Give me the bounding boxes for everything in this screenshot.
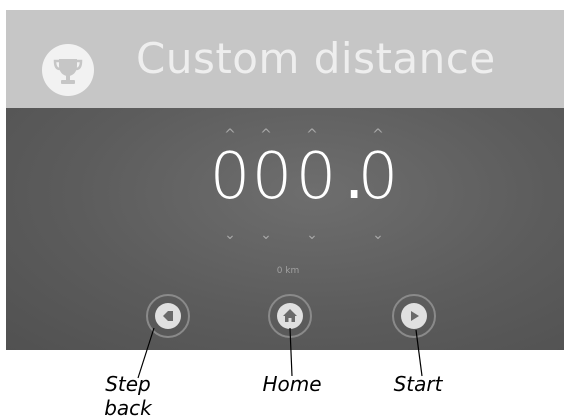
callout-lines [137,327,423,379]
step-back-callout-line [137,327,155,379]
start-callout-line [415,329,423,377]
start-callout: Start [393,372,443,396]
home-callout: Home [262,372,322,396]
step-back-callout: Step back [104,372,152,420]
home-callout-line [289,327,293,377]
